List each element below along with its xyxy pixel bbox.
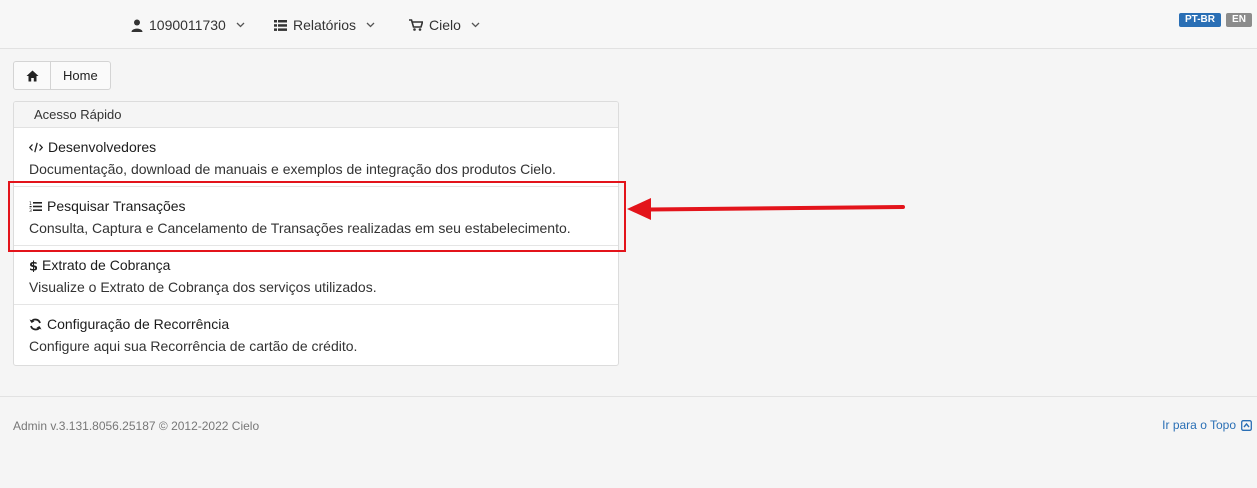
nav-account-label: 1090011730 [149, 17, 226, 33]
chevron-down-icon [366, 22, 375, 28]
quick-access-developers[interactable]: Desenvolvedores Documentação, download d… [14, 128, 618, 187]
back-to-top-label: Ir para o Topo [1162, 418, 1236, 432]
dollar-icon: $ [29, 259, 37, 272]
home-icon [26, 70, 38, 81]
quick-access-description: Visualize o Extrato de Cobrança dos serv… [29, 279, 377, 295]
nav-account-dropdown[interactable]: 1090011730 [131, 15, 245, 35]
quick-access-billing-statement[interactable]: $ Extrato de Cobrança Visualize o Extrat… [14, 246, 618, 305]
quick-access-title: Desenvolvedores [48, 139, 157, 155]
svg-text:$: $ [29, 259, 37, 272]
breadcrumb-current: Home [63, 68, 98, 83]
lang-pt-br-button[interactable]: PT-BR [1179, 13, 1221, 27]
footer-version: Admin v.3.131.8056.25187 © 2012-2022 Cie… [13, 419, 260, 433]
arrow-up-square-icon [1241, 419, 1252, 431]
quick-access-title: Configuração de Recorrência [47, 316, 230, 332]
breadcrumb-home-link[interactable] [14, 62, 51, 89]
quick-access-description: Configure aqui sua Recorrência de cartão… [29, 338, 358, 354]
nav-store-dropdown[interactable]: Cielo [409, 15, 480, 35]
chevron-down-icon [471, 22, 480, 28]
chevron-down-icon [236, 22, 245, 28]
breadcrumb: Home [13, 61, 111, 90]
nav-store-label: Cielo [429, 17, 461, 33]
nav-reports-dropdown[interactable]: Relatórios [274, 15, 375, 35]
highlight-box [8, 181, 626, 252]
footer: Admin v.3.131.8056.25187 © 2012-2022 Cie… [0, 396, 1257, 488]
quick-access-title: Extrato de Cobrança [42, 257, 171, 273]
annotation-arrow-icon [627, 198, 905, 220]
cart-icon [409, 19, 423, 31]
lang-en-button[interactable]: EN [1226, 13, 1252, 27]
back-to-top-link[interactable]: Ir para o Topo [1162, 418, 1252, 432]
refresh-icon [29, 318, 42, 330]
user-icon [131, 19, 143, 32]
quick-access-description: Documentação, download de manuais e exem… [29, 161, 556, 177]
nav-reports-label: Relatórios [293, 17, 357, 33]
panel-title: Acesso Rápido [14, 102, 618, 128]
list-icon [274, 19, 287, 31]
top-navbar: 1090011730 Relatórios Cielo PT-BR EN [0, 0, 1257, 49]
code-icon [29, 142, 43, 152]
quick-access-recurrence-config[interactable]: Configuração de Recorrência Configure aq… [14, 305, 618, 364]
